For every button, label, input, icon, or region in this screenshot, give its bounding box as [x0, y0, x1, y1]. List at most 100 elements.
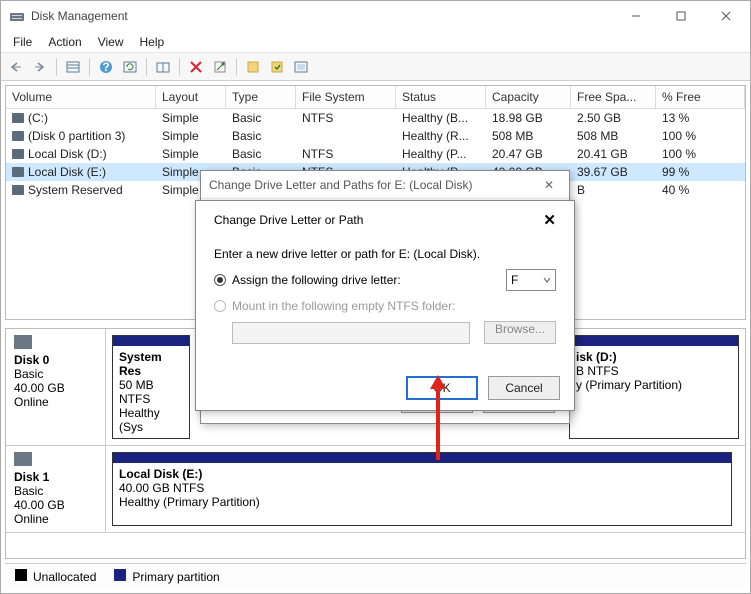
menu-file[interactable]: File — [5, 33, 40, 51]
volume-pctfree: 100 % — [656, 145, 745, 163]
disk-name: Disk 0 — [14, 353, 97, 367]
action-a-icon[interactable] — [242, 56, 264, 78]
nav-forward-icon[interactable] — [29, 56, 51, 78]
col-type[interactable]: Type — [226, 86, 296, 108]
volume-pctfree: 40 % — [656, 181, 745, 199]
volume-free: 20.41 GB — [571, 145, 656, 163]
inner-dialog-header: Change Drive Letter or Path ✕ — [196, 201, 574, 233]
volume-icon — [12, 131, 24, 141]
view-list-icon[interactable] — [62, 56, 84, 78]
disk-icon — [14, 452, 32, 466]
volume-type: Basic — [226, 127, 296, 145]
action-b-icon[interactable] — [266, 56, 288, 78]
inner-ok-button[interactable]: OK — [406, 376, 478, 400]
menu-view[interactable]: View — [90, 33, 132, 51]
inner-dialog-close-icon[interactable]: ✕ — [543, 211, 556, 229]
volume-status: Healthy (B... — [396, 109, 486, 127]
col-capacity[interactable]: Capacity — [486, 86, 571, 108]
label-mount-folder: Mount in the following empty NTFS folder… — [232, 299, 455, 313]
volume-name: System Reserved — [28, 183, 123, 197]
volume-pctfree: 99 % — [656, 163, 745, 181]
disk-kind: Basic — [14, 484, 97, 498]
col-status[interactable]: Status — [396, 86, 486, 108]
volume-name: (C:) — [28, 111, 48, 125]
settings-icon[interactable] — [152, 56, 174, 78]
col-pctfree[interactable]: % Free — [656, 86, 745, 108]
col-freespace[interactable]: Free Spa... — [571, 86, 656, 108]
partition-name: System Res — [119, 350, 183, 378]
volume-pctfree: 13 % — [656, 109, 745, 127]
disk-label[interactable]: Disk 1 Basic 40.00 GB Online — [6, 446, 106, 532]
volume-free: 508 MB — [571, 127, 656, 145]
action-c-icon[interactable] — [290, 56, 312, 78]
disk-name: Disk 1 — [14, 470, 97, 484]
disk-partitions: Local Disk (E:) 40.00 GB NTFS Healthy (P… — [106, 446, 745, 532]
toolbar: ? — [1, 53, 750, 81]
disk-row: Disk 1 Basic 40.00 GB Online Local Disk … — [6, 446, 745, 533]
col-filesystem[interactable]: File System — [296, 86, 396, 108]
nav-back-icon[interactable] — [5, 56, 27, 78]
disk-icon — [14, 335, 32, 349]
volume-row[interactable]: (C:)SimpleBasicNTFSHealthy (B...18.98 GB… — [6, 109, 745, 127]
volume-icon — [12, 167, 24, 177]
volume-type: Basic — [226, 109, 296, 127]
volume-free: 2.50 GB — [571, 109, 656, 127]
volume-list-header: Volume Layout Type File System Status Ca… — [6, 86, 745, 109]
app-icon — [9, 8, 25, 24]
volume-row[interactable]: (Disk 0 partition 3)SimpleBasicHealthy (… — [6, 127, 745, 145]
window-title: Disk Management — [31, 9, 613, 23]
drive-letter-select[interactable]: F — [506, 269, 556, 291]
col-volume[interactable]: Volume — [6, 86, 156, 108]
dialog-title: Change Drive Letter and Paths for E: (Lo… — [209, 178, 472, 192]
legend: Unallocated Primary partition — [5, 563, 746, 589]
label-assign-letter: Assign the following drive letter: — [232, 273, 401, 287]
col-layout[interactable]: Layout — [156, 86, 226, 108]
volume-capacity: 20.47 GB — [486, 145, 571, 163]
volume-icon — [12, 149, 24, 159]
partition-status: Healthy (Primary Partition) — [119, 495, 725, 509]
browse-button: Browse... — [484, 321, 556, 344]
volume-capacity: 18.98 GB — [486, 109, 571, 127]
volume-row[interactable]: Local Disk (D:)SimpleBasicNTFSHealthy (P… — [6, 145, 745, 163]
radio-assign-letter[interactable] — [214, 274, 226, 286]
partition-size: B NTFS — [576, 364, 732, 378]
chevron-down-icon — [543, 277, 551, 283]
volume-name: (Disk 0 partition 3) — [28, 129, 125, 143]
maximize-button[interactable] — [658, 2, 703, 30]
disk-label[interactable]: Disk 0 Basic 40.00 GB Online — [6, 329, 106, 445]
partition-status: Healthy (Sys — [119, 406, 183, 434]
disk-size: 40.00 GB — [14, 498, 97, 512]
properties-icon[interactable] — [209, 56, 231, 78]
close-button[interactable] — [703, 2, 748, 30]
volume-status: Healthy (R... — [396, 127, 486, 145]
volume-status: Healthy (P... — [396, 145, 486, 163]
legend-primary: Primary partition — [114, 569, 219, 584]
inner-cancel-button[interactable]: Cancel — [488, 376, 560, 400]
refresh-icon[interactable] — [119, 56, 141, 78]
volume-free: 39.67 GB — [571, 163, 656, 181]
partition-name: isk (D:) — [576, 350, 732, 364]
disk-kind: Basic — [14, 367, 97, 381]
dialog-close-icon[interactable]: ✕ — [537, 178, 561, 192]
volume-capacity: 508 MB — [486, 127, 571, 145]
disk-state: Online — [14, 512, 97, 526]
help-icon[interactable]: ? — [95, 56, 117, 78]
partition-size: 40.00 GB NTFS — [119, 481, 725, 495]
menu-help[interactable]: Help — [132, 33, 173, 51]
partition[interactable]: isk (D:) B NTFS y (Primary Partition) — [569, 335, 739, 439]
volume-pctfree: 100 % — [656, 127, 745, 145]
volume-fs: NTFS — [296, 145, 396, 163]
disk-size: 40.00 GB — [14, 381, 97, 395]
partition[interactable]: Local Disk (E:) 40.00 GB NTFS Healthy (P… — [112, 452, 732, 526]
volume-free: B — [571, 181, 656, 199]
radio-mount-folder[interactable] — [214, 300, 226, 312]
menu-action[interactable]: Action — [40, 33, 89, 51]
change-drive-letter-or-path-dialog: Change Drive Letter or Path ✕ Enter a ne… — [195, 200, 575, 411]
delete-icon[interactable] — [185, 56, 207, 78]
partition-name: Local Disk (E:) — [119, 467, 725, 481]
inner-dialog-title: Change Drive Letter or Path — [214, 213, 363, 227]
volume-icon — [12, 113, 24, 123]
disk-state: Online — [14, 395, 97, 409]
minimize-button[interactable] — [613, 2, 658, 30]
partition[interactable]: System Res 50 MB NTFS Healthy (Sys — [112, 335, 190, 439]
